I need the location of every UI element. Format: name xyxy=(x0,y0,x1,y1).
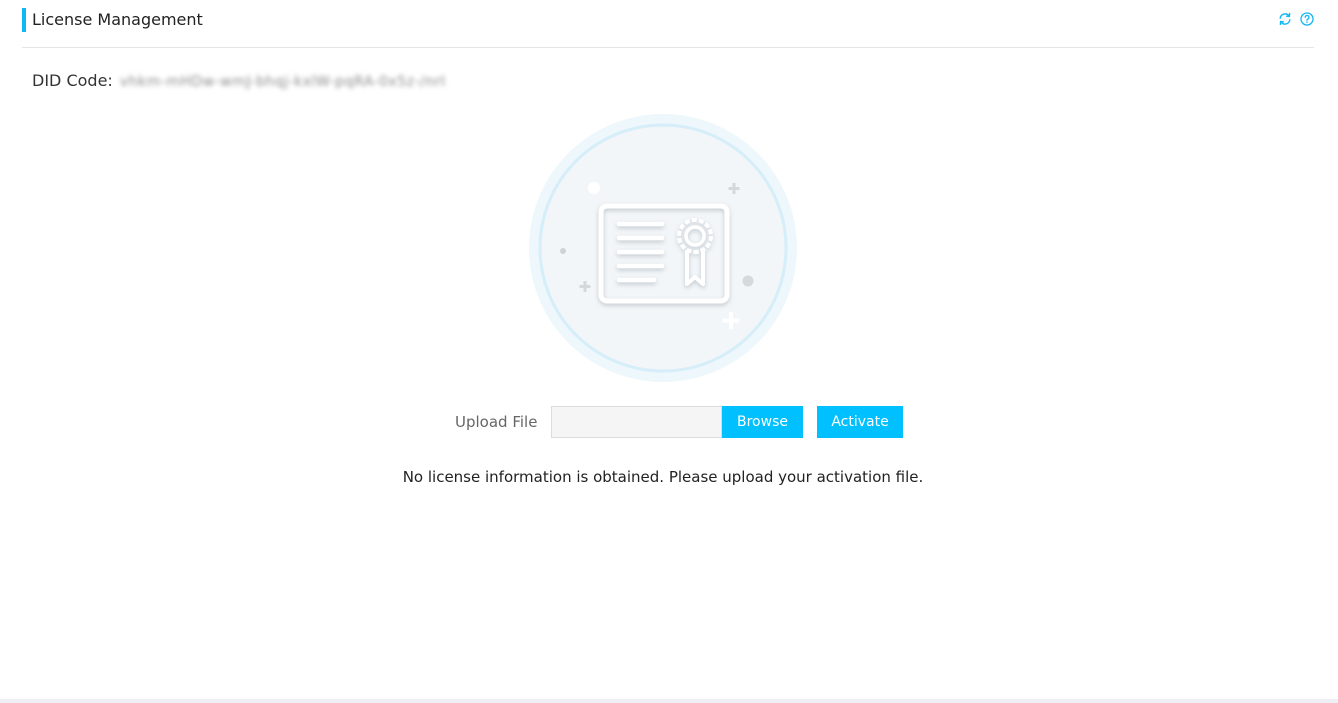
did-code-label: DID Code: xyxy=(32,71,113,90)
did-code-row: DID Code: vhkm-mHDw-wmJ-bhqj-kxlW-pqRA-0… xyxy=(32,71,446,92)
title-accent-bar xyxy=(22,8,26,32)
header-actions xyxy=(1278,12,1314,26)
page-title: License Management xyxy=(32,10,203,29)
refresh-icon[interactable] xyxy=(1278,12,1292,26)
upload-file-label: Upload File xyxy=(455,413,538,431)
license-management-page: License Management DID Code: vhkm-mHDw-w… xyxy=(0,0,1338,703)
upload-file-input[interactable] xyxy=(551,406,722,438)
activate-button[interactable]: Activate xyxy=(817,406,903,438)
page-header: License Management xyxy=(22,7,1314,48)
upload-file-row: Upload File Browse Activate xyxy=(455,406,903,438)
did-code-value: vhkm-mHDw-wmJ-bhqj-kxlW-pqRA-0x5z-/nrI xyxy=(119,74,446,90)
license-status-message: No license information is obtained. Plea… xyxy=(402,468,924,486)
help-icon[interactable] xyxy=(1300,12,1314,26)
browse-button[interactable]: Browse xyxy=(722,406,803,438)
footer-divider xyxy=(0,699,1338,703)
certificate-illustration-icon xyxy=(529,114,797,382)
